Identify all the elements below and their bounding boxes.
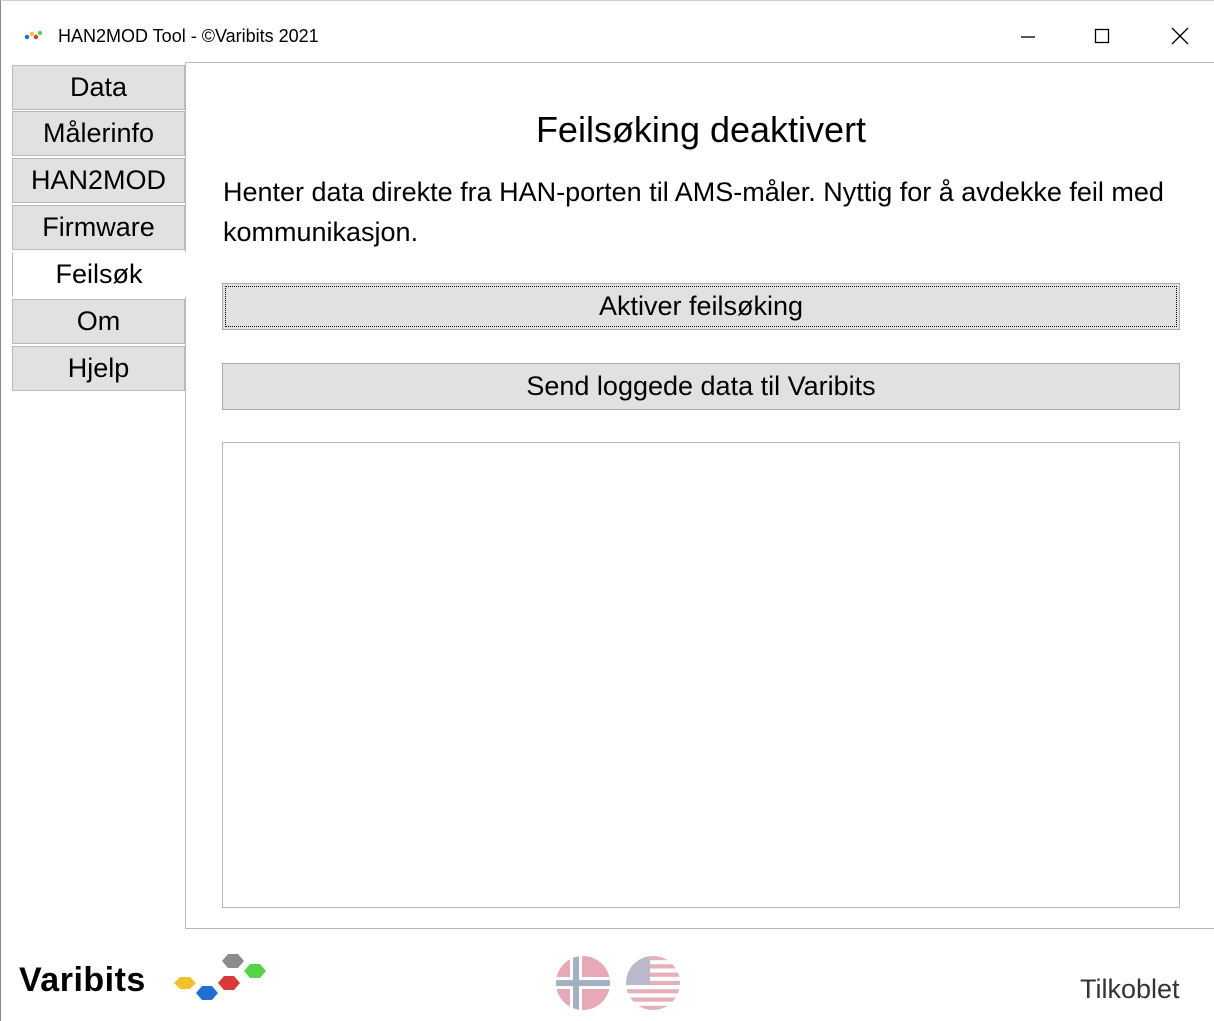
maximize-button[interactable] (1079, 13, 1125, 59)
close-button[interactable] (1157, 13, 1203, 59)
tab-han2mod[interactable]: HAN2MOD (12, 158, 185, 203)
page-title: Feilsøking deaktivert (535, 109, 867, 150)
varibits-logo-icon (174, 954, 266, 1000)
close-icon (1171, 27, 1189, 45)
tab-firmware[interactable]: Firmware (12, 205, 185, 250)
log-output-box[interactable] (222, 442, 1180, 908)
brand-name: Varibits (19, 961, 146, 999)
activate-debug-button[interactable]: Aktiver feilsøking (222, 283, 1180, 330)
tab-data[interactable]: Data (12, 65, 185, 110)
title-bar[interactable]: HAN2MOD Tool - ©Varibits 2021 (1, 1, 1214, 61)
window-title: HAN2MOD Tool - ©Varibits 2021 (58, 26, 319, 46)
connection-status: Tilkoblet (1080, 974, 1180, 1004)
minimize-button[interactable] (1005, 13, 1051, 59)
usa-flag-icon[interactable] (626, 956, 680, 1010)
tab-hjelp[interactable]: Hjelp (12, 346, 185, 391)
app-icon (24, 30, 43, 40)
tab-feilsok[interactable]: Feilsøk (12, 252, 186, 297)
tab-om[interactable]: Om (12, 299, 185, 344)
page-description: Henter data direkte fra HAN-porten til A… (223, 177, 1164, 247)
minimize-icon (1021, 36, 1035, 38)
norway-flag-icon[interactable] (556, 956, 610, 1010)
app-window: HAN2MOD Tool - ©Varibits 2021 Data Måler… (0, 0, 1214, 1021)
send-log-button[interactable]: Send loggede data til Varibits (222, 363, 1180, 410)
maximize-icon (1094, 28, 1110, 44)
tab-malerinfo[interactable]: Målerinfo (12, 111, 185, 156)
